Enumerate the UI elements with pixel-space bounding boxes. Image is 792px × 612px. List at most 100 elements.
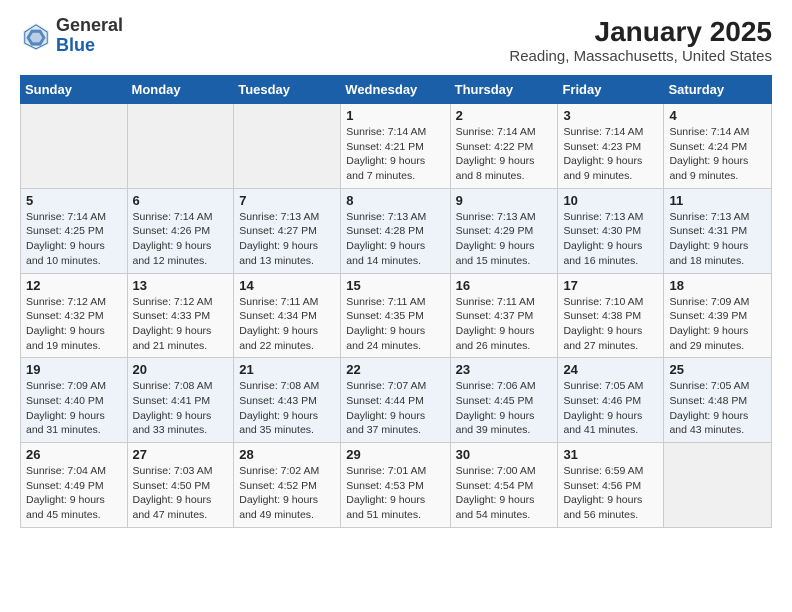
logo-text: General Blue — [56, 16, 123, 56]
day-info: Sunrise: 7:14 AM Sunset: 4:24 PM Dayligh… — [669, 125, 766, 184]
day-cell: 14Sunrise: 7:11 AM Sunset: 4:34 PM Dayli… — [234, 273, 341, 358]
week-row-3: 19Sunrise: 7:09 AM Sunset: 4:40 PM Dayli… — [21, 358, 772, 443]
day-cell: 5 Sunrise: 7:14 AM Sunset: 4:25 PM Daylig… — [21, 188, 128, 273]
calendar-header-row: SundayMondayTuesdayWednesdayThursdayFrid… — [21, 76, 772, 104]
day-number: 19 — [26, 362, 122, 377]
day-header-sunday: Sunday — [21, 76, 128, 104]
day-number: 2 — [456, 108, 553, 123]
day-number: 1 — [346, 108, 444, 123]
week-row-4: 26Sunrise: 7:04 AM Sunset: 4:49 PM Dayli… — [21, 443, 772, 528]
week-row-2: 12 Sunrise: 7:12 AM Sunset: 4:32 PM Dayli… — [21, 273, 772, 358]
day-info: Sunrise: 7:14 AM Sunset: 4:21 PM Dayligh… — [346, 125, 444, 184]
day-info: Sunrise: 7:13 AM Sunset: 4:27 PM Dayligh… — [239, 210, 335, 269]
page-subtitle: Reading, Massachusetts, United States — [509, 48, 772, 65]
day-number: 27 — [133, 447, 229, 462]
day-cell: 3 Sunrise: 7:14 AM Sunset: 4:23 PM Daylig… — [558, 104, 664, 189]
day-cell — [664, 443, 772, 528]
week-row-0: 1 Sunrise: 7:14 AM Sunset: 4:21 PM Daylig… — [21, 104, 772, 189]
day-number: 15 — [346, 278, 444, 293]
day-cell: 22Sunrise: 7:07 AM Sunset: 4:44 PM Dayli… — [341, 358, 450, 443]
day-number: 29 — [346, 447, 444, 462]
day-number: 28 — [239, 447, 335, 462]
day-cell: 4 Sunrise: 7:14 AM Sunset: 4:24 PM Daylig… — [664, 104, 772, 189]
day-number: 25 — [669, 362, 766, 377]
day-number: 11 — [669, 193, 766, 208]
day-number: 30 — [456, 447, 553, 462]
day-info: Sunrise: 7:14 AM Sunset: 4:25 PM Dayligh… — [26, 210, 122, 269]
logo-blue-text: Blue — [56, 35, 95, 55]
day-number: 24 — [563, 362, 658, 377]
day-cell: 21Sunrise: 7:08 AM Sunset: 4:43 PM Dayli… — [234, 358, 341, 443]
day-cell: 29 Sunrise: 7:01 AM Sunset: 4:53 PM Dayli… — [341, 443, 450, 528]
day-info: Sunrise: 7:13 AM Sunset: 4:30 PM Dayligh… — [563, 210, 658, 269]
day-header-saturday: Saturday — [664, 76, 772, 104]
day-info: Sunrise: 7:13 AM Sunset: 4:31 PM Dayligh… — [669, 210, 766, 269]
day-cell: 2 Sunrise: 7:14 AM Sunset: 4:22 PM Daylig… — [450, 104, 558, 189]
day-header-tuesday: Tuesday — [234, 76, 341, 104]
day-info: Sunrise: 7:13 AM Sunset: 4:29 PM Dayligh… — [456, 210, 553, 269]
day-cell: 10 Sunrise: 7:13 AM Sunset: 4:30 PM Dayli… — [558, 188, 664, 273]
day-cell: 7 Sunrise: 7:13 AM Sunset: 4:27 PM Daylig… — [234, 188, 341, 273]
day-cell: 31 Sunrise: 6:59 AM Sunset: 4:56 PM Dayli… — [558, 443, 664, 528]
logo: General Blue — [20, 16, 123, 56]
day-cell: 17Sunrise: 7:10 AM Sunset: 4:38 PM Dayli… — [558, 273, 664, 358]
day-cell: 27 Sunrise: 7:03 AM Sunset: 4:50 PM Dayli… — [127, 443, 234, 528]
day-number: 6 — [133, 193, 229, 208]
day-info: Sunrise: 7:04 AM Sunset: 4:49 PM Dayligh… — [26, 464, 122, 523]
day-cell: 8 Sunrise: 7:13 AM Sunset: 4:28 PM Daylig… — [341, 188, 450, 273]
day-header-monday: Monday — [127, 76, 234, 104]
day-cell: 24Sunrise: 7:05 AM Sunset: 4:46 PM Dayli… — [558, 358, 664, 443]
day-info: Sunrise: 7:00 AM Sunset: 4:54 PM Dayligh… — [456, 464, 553, 523]
day-cell: 13Sunrise: 7:12 AM Sunset: 4:33 PM Dayli… — [127, 273, 234, 358]
day-header-friday: Friday — [558, 76, 664, 104]
day-number: 23 — [456, 362, 553, 377]
day-info: Sunrise: 7:12 AM Sunset: 4:32 PM Dayligh… — [26, 295, 122, 354]
day-info: Sunrise: 7:03 AM Sunset: 4:50 PM Dayligh… — [133, 464, 229, 523]
title-block: January 2025 Reading, Massachusetts, Uni… — [509, 16, 772, 65]
day-cell: 9 Sunrise: 7:13 AM Sunset: 4:29 PM Daylig… — [450, 188, 558, 273]
day-cell: 12 Sunrise: 7:12 AM Sunset: 4:32 PM Dayli… — [21, 273, 128, 358]
day-cell: 1 Sunrise: 7:14 AM Sunset: 4:21 PM Daylig… — [341, 104, 450, 189]
day-number: 7 — [239, 193, 335, 208]
day-number: 22 — [346, 362, 444, 377]
day-cell — [127, 104, 234, 189]
day-number: 17 — [563, 278, 658, 293]
day-cell: 16Sunrise: 7:11 AM Sunset: 4:37 PM Dayli… — [450, 273, 558, 358]
day-number: 18 — [669, 278, 766, 293]
day-info: Sunrise: 7:14 AM Sunset: 4:23 PM Dayligh… — [563, 125, 658, 184]
day-cell: 20 Sunrise: 7:08 AM Sunset: 4:41 PM Dayli… — [127, 358, 234, 443]
page-title: January 2025 — [509, 16, 772, 48]
day-info: Sunrise: 7:06 AM Sunset: 4:45 PM Dayligh… — [456, 379, 553, 438]
day-number: 3 — [563, 108, 658, 123]
day-number: 4 — [669, 108, 766, 123]
day-cell: 23 Sunrise: 7:06 AM Sunset: 4:45 PM Dayli… — [450, 358, 558, 443]
day-cell: 11 Sunrise: 7:13 AM Sunset: 4:31 PM Dayli… — [664, 188, 772, 273]
day-number: 21 — [239, 362, 335, 377]
page: General Blue January 2025 Reading, Massa… — [0, 0, 792, 544]
day-number: 5 — [26, 193, 122, 208]
day-number: 9 — [456, 193, 553, 208]
day-cell: 15 Sunrise: 7:11 AM Sunset: 4:35 PM Dayli… — [341, 273, 450, 358]
day-info: Sunrise: 7:05 AM Sunset: 4:48 PM Dayligh… — [669, 379, 766, 438]
day-number: 31 — [563, 447, 658, 462]
day-header-wednesday: Wednesday — [341, 76, 450, 104]
calendar: SundayMondayTuesdayWednesdayThursdayFrid… — [20, 75, 772, 528]
day-info: Sunrise: 7:13 AM Sunset: 4:28 PM Dayligh… — [346, 210, 444, 269]
week-row-1: 5 Sunrise: 7:14 AM Sunset: 4:25 PM Daylig… — [21, 188, 772, 273]
day-info: Sunrise: 7:09 AM Sunset: 4:39 PM Dayligh… — [669, 295, 766, 354]
day-cell: 30 Sunrise: 7:00 AM Sunset: 4:54 PM Dayli… — [450, 443, 558, 528]
day-info: Sunrise: 7:11 AM Sunset: 4:35 PM Dayligh… — [346, 295, 444, 354]
day-info: Sunrise: 7:08 AM Sunset: 4:41 PM Dayligh… — [133, 379, 229, 438]
day-cell: 28Sunrise: 7:02 AM Sunset: 4:52 PM Dayli… — [234, 443, 341, 528]
logo-icon — [20, 20, 52, 52]
day-info: Sunrise: 7:14 AM Sunset: 4:22 PM Dayligh… — [456, 125, 553, 184]
day-info: Sunrise: 6:59 AM Sunset: 4:56 PM Dayligh… — [563, 464, 658, 523]
day-number: 20 — [133, 362, 229, 377]
day-info: Sunrise: 7:01 AM Sunset: 4:53 PM Dayligh… — [346, 464, 444, 523]
day-number: 10 — [563, 193, 658, 208]
day-number: 12 — [26, 278, 122, 293]
day-info: Sunrise: 7:14 AM Sunset: 4:26 PM Dayligh… — [133, 210, 229, 269]
day-info: Sunrise: 7:11 AM Sunset: 4:37 PM Dayligh… — [456, 295, 553, 354]
day-number: 8 — [346, 193, 444, 208]
day-number: 14 — [239, 278, 335, 293]
